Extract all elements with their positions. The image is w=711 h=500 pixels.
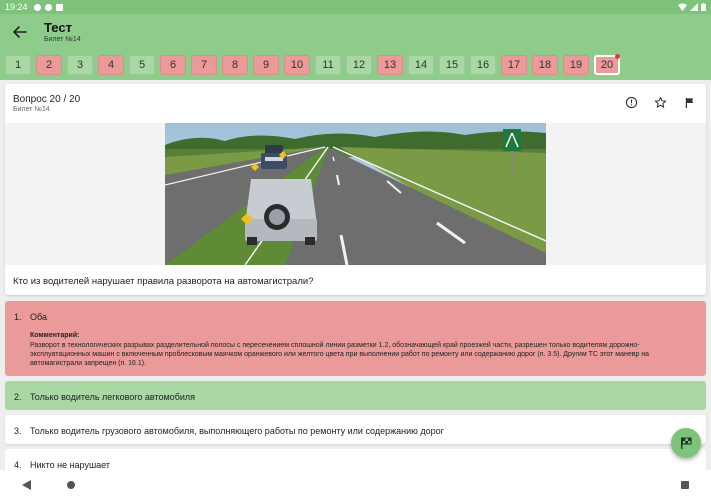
status-time: 19:24 xyxy=(5,2,28,12)
nav-home-icon[interactable] xyxy=(67,481,75,489)
notification-icon xyxy=(44,3,52,11)
answer-option-2[interactable]: 2. Только водитель легкового автомобиля xyxy=(5,381,706,410)
answer-number: 2. xyxy=(14,392,22,402)
question-button-2[interactable]: 2 xyxy=(36,55,62,75)
sd-card-icon xyxy=(55,3,63,11)
question-image xyxy=(165,123,546,265)
comment-label: Комментарий: xyxy=(30,332,80,339)
answer-number: 3. xyxy=(14,426,22,436)
system-nav-bar xyxy=(0,470,711,500)
flag-finish-icon xyxy=(681,437,692,449)
nav-back-icon[interactable] xyxy=(22,480,31,490)
question-image-band xyxy=(5,123,706,265)
answer-text: Только водитель грузового автомобиля, вы… xyxy=(30,426,444,436)
comment-text: Разворот в технологических разрывах разд… xyxy=(30,342,650,367)
question-button-11[interactable]: 11 xyxy=(315,55,341,75)
question-button-5[interactable]: 5 xyxy=(129,55,155,75)
system-icons xyxy=(678,3,706,11)
battery-icon xyxy=(701,3,706,11)
question-selector: 1 2 3 4 5 6 7 8 9 10 11 12 13 14 15 16 17 18 19 20 xyxy=(0,50,711,80)
wifi-icon xyxy=(678,3,687,11)
question-button-10[interactable]: 10 xyxy=(284,55,310,75)
question-button-17[interactable]: 17 xyxy=(501,55,527,75)
question-button-20[interactable]: 20 xyxy=(594,54,620,75)
answer-number: 4. xyxy=(14,460,22,470)
question-button-14[interactable]: 14 xyxy=(408,55,434,75)
answer-option-3[interactable]: 3. Только водитель грузового автомобиля,… xyxy=(5,415,706,444)
answer-option-1[interactable]: 1. Оба Комментарий: Разворот в технологи… xyxy=(5,301,706,376)
info-icon[interactable] xyxy=(625,96,638,109)
answer-number: 1. xyxy=(14,312,22,322)
nav-recents-icon[interactable] xyxy=(681,481,689,489)
arrow-back-icon[interactable] xyxy=(10,22,30,42)
page-title: Тест xyxy=(44,20,72,35)
question-button-16[interactable]: 16 xyxy=(470,55,496,75)
question-button-19[interactable]: 19 xyxy=(563,55,589,75)
question-button-15[interactable]: 15 xyxy=(439,55,465,75)
answer-text: Только водитель легкового автомобиля xyxy=(30,392,195,402)
answer-text: Оба xyxy=(30,312,47,322)
question-button-4[interactable]: 4 xyxy=(98,55,124,75)
question-button-12[interactable]: 12 xyxy=(346,55,372,75)
signal-icon xyxy=(690,3,698,11)
app-bar: Тест Билет №14 xyxy=(0,14,711,50)
question-button-1[interactable]: 1 xyxy=(5,55,31,75)
question-button-9[interactable]: 9 xyxy=(253,55,279,75)
star-outline-icon[interactable] xyxy=(654,96,667,109)
current-question-dot xyxy=(615,54,620,59)
question-number: Вопрос 20 / 20 xyxy=(13,94,81,105)
question-button-18[interactable]: 18 xyxy=(532,55,558,75)
question-text: Кто из водителей нарушает правила развор… xyxy=(13,276,314,287)
question-button-7[interactable]: 7 xyxy=(191,55,217,75)
question-button-3[interactable]: 3 xyxy=(67,55,93,75)
finish-test-button[interactable] xyxy=(671,428,701,458)
question-card: Вопрос 20 / 20 Билет №14 Кто из водителе… xyxy=(5,84,706,295)
question-button-6[interactable]: 6 xyxy=(160,55,186,75)
notification-icon xyxy=(33,3,41,11)
answer-text: Никто не нарушает xyxy=(30,460,111,470)
question-ticket: Билет №14 xyxy=(13,106,50,113)
notification-icons xyxy=(33,3,63,11)
status-bar: 19:24 xyxy=(0,0,711,14)
flag-icon[interactable] xyxy=(683,96,696,109)
question-button-8[interactable]: 8 xyxy=(222,55,248,75)
page-subtitle: Билет №14 xyxy=(44,36,81,43)
question-button-13[interactable]: 13 xyxy=(377,55,403,75)
